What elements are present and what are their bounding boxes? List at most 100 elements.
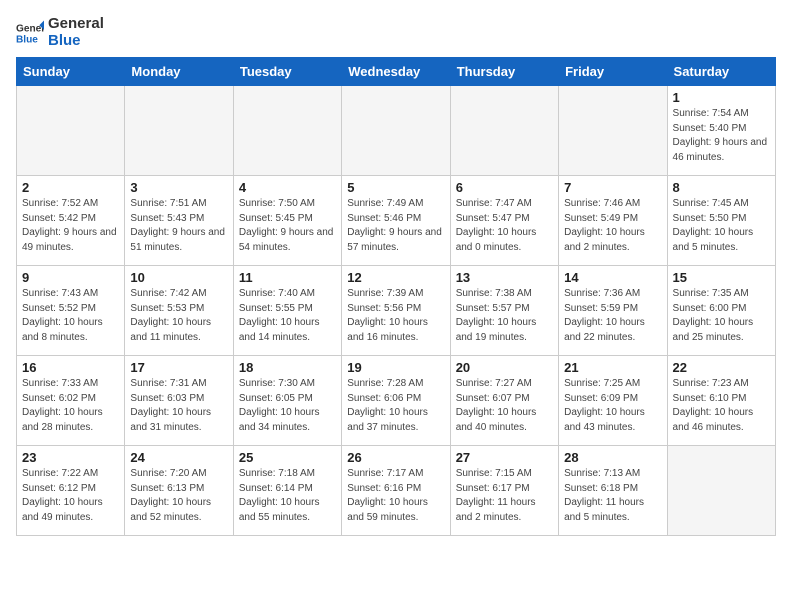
weekday-header-row: SundayMondayTuesdayWednesdayThursdayFrid… <box>17 58 776 86</box>
day-info: Sunrise: 7:54 AM Sunset: 5:40 PM Dayligh… <box>673 107 770 165</box>
calendar-day: 11Sunrise: 7:40 AM Sunset: 5:55 PM Dayli… <box>233 266 341 356</box>
calendar-day: 25Sunrise: 7:18 AM Sunset: 6:14 PM Dayli… <box>233 446 341 536</box>
day-number: 10 <box>130 270 227 285</box>
day-number: 13 <box>456 270 553 285</box>
calendar-day <box>125 86 233 176</box>
calendar-day: 15 Sunrise: 7:35 AM Sunset: 6:00 PM Dayli… <box>667 266 775 356</box>
day-info: Sunrise: 7:36 AM Sunset: 5:59 PM Dayligh… <box>564 287 661 345</box>
day-number: 22 <box>673 360 770 375</box>
calendar-day: 14 Sunrise: 7:36 AM Sunset: 5:59 PM Dayli… <box>559 266 667 356</box>
calendar-day: 28 Sunrise: 7:13 AM Sunset: 6:18 PM Dayli… <box>559 446 667 536</box>
day-info: Sunrise: 7:17 AM Sunset: 6:16 PM Dayligh… <box>347 467 444 525</box>
calendar-week-row: 16 Sunrise: 7:33 AM Sunset: 6:02 PM Dayli… <box>17 356 776 446</box>
day-number: 28 <box>564 450 661 465</box>
day-info: Sunrise: 7:28 AM Sunset: 6:06 PM Dayligh… <box>347 377 444 435</box>
day-info: Sunrise: 7:38 AM Sunset: 5:57 PM Dayligh… <box>456 287 553 345</box>
day-number: 19 <box>347 360 444 375</box>
day-number: 27 <box>456 450 553 465</box>
logo: General Blue General Blue <box>16 16 104 49</box>
calendar-day: 6Sunrise: 7:47 AM Sunset: 5:47 PM Daylig… <box>450 176 558 266</box>
day-number: 5 <box>347 180 444 195</box>
day-info: Sunrise: 7:20 AM Sunset: 6:13 PM Dayligh… <box>130 467 227 525</box>
day-number: 6 <box>456 180 553 195</box>
day-number: 4 <box>239 180 336 195</box>
logo-blue-text: Blue <box>48 33 104 50</box>
day-info: Sunrise: 7:13 AM Sunset: 6:18 PM Dayligh… <box>564 467 661 525</box>
calendar-day <box>233 86 341 176</box>
calendar-day: 12Sunrise: 7:39 AM Sunset: 5:56 PM Dayli… <box>342 266 450 356</box>
day-number: 23 <box>22 450 119 465</box>
calendar-day: 24 Sunrise: 7:20 AM Sunset: 6:13 PM Dayli… <box>125 446 233 536</box>
day-number: 20 <box>456 360 553 375</box>
calendar-day: 27 Sunrise: 7:15 AM Sunset: 6:17 PM Dayli… <box>450 446 558 536</box>
weekday-header: Thursday <box>450 58 558 86</box>
calendar-week-row: 2 Sunrise: 7:52 AM Sunset: 5:42 PM Daylig… <box>17 176 776 266</box>
calendar-day: 10 Sunrise: 7:42 AM Sunset: 5:53 PM Dayli… <box>125 266 233 356</box>
day-info: Sunrise: 7:27 AM Sunset: 6:07 PM Dayligh… <box>456 377 553 435</box>
calendar-day: 8 Sunrise: 7:45 AM Sunset: 5:50 PM Daylig… <box>667 176 775 266</box>
day-info: Sunrise: 7:23 AM Sunset: 6:10 PM Dayligh… <box>673 377 770 435</box>
day-info: Sunrise: 7:43 AM Sunset: 5:52 PM Dayligh… <box>22 287 119 345</box>
day-info: Sunrise: 7:49 AM Sunset: 5:46 PM Dayligh… <box>347 197 444 255</box>
calendar-day <box>667 446 775 536</box>
day-info: Sunrise: 7:50 AM Sunset: 5:45 PM Dayligh… <box>239 197 336 255</box>
day-info: Sunrise: 7:35 AM Sunset: 6:00 PM Dayligh… <box>673 287 770 345</box>
day-number: 16 <box>22 360 119 375</box>
day-number: 21 <box>564 360 661 375</box>
calendar-day: 7 Sunrise: 7:46 AM Sunset: 5:49 PM Daylig… <box>559 176 667 266</box>
day-info: Sunrise: 7:33 AM Sunset: 6:02 PM Dayligh… <box>22 377 119 435</box>
calendar-day <box>559 86 667 176</box>
calendar-day <box>17 86 125 176</box>
calendar-day: 18 Sunrise: 7:30 AM Sunset: 6:05 PM Dayli… <box>233 356 341 446</box>
weekday-header: Tuesday <box>233 58 341 86</box>
day-number: 15 <box>673 270 770 285</box>
day-info: Sunrise: 7:30 AM Sunset: 6:05 PM Dayligh… <box>239 377 336 435</box>
day-number: 24 <box>130 450 227 465</box>
calendar-day: 1 Sunrise: 7:54 AM Sunset: 5:40 PM Daylig… <box>667 86 775 176</box>
calendar-day: 9Sunrise: 7:43 AM Sunset: 5:52 PM Daylig… <box>17 266 125 356</box>
calendar-day: 20 Sunrise: 7:27 AM Sunset: 6:07 PM Dayli… <box>450 356 558 446</box>
calendar-week-row: 1 Sunrise: 7:54 AM Sunset: 5:40 PM Daylig… <box>17 86 776 176</box>
day-number: 8 <box>673 180 770 195</box>
calendar-day: 23 Sunrise: 7:22 AM Sunset: 6:12 PM Dayli… <box>17 446 125 536</box>
calendar-day: 13 Sunrise: 7:38 AM Sunset: 5:57 PM Dayli… <box>450 266 558 356</box>
logo-icon: General Blue <box>16 19 44 47</box>
day-info: Sunrise: 7:31 AM Sunset: 6:03 PM Dayligh… <box>130 377 227 435</box>
weekday-header: Sunday <box>17 58 125 86</box>
page-header: General Blue General Blue <box>16 16 776 49</box>
day-number: 17 <box>130 360 227 375</box>
day-number: 25 <box>239 450 336 465</box>
weekday-header: Wednesday <box>342 58 450 86</box>
day-number: 7 <box>564 180 661 195</box>
calendar-day: 21 Sunrise: 7:25 AM Sunset: 6:09 PM Dayli… <box>559 356 667 446</box>
calendar-week-row: 23 Sunrise: 7:22 AM Sunset: 6:12 PM Dayli… <box>17 446 776 536</box>
calendar-day: 5 Sunrise: 7:49 AM Sunset: 5:46 PM Daylig… <box>342 176 450 266</box>
day-info: Sunrise: 7:39 AM Sunset: 5:56 PM Dayligh… <box>347 287 444 345</box>
day-number: 1 <box>673 90 770 105</box>
day-info: Sunrise: 7:42 AM Sunset: 5:53 PM Dayligh… <box>130 287 227 345</box>
day-info: Sunrise: 7:25 AM Sunset: 6:09 PM Dayligh… <box>564 377 661 435</box>
weekday-header: Saturday <box>667 58 775 86</box>
day-info: Sunrise: 7:15 AM Sunset: 6:17 PM Dayligh… <box>456 467 553 525</box>
day-number: 3 <box>130 180 227 195</box>
day-info: Sunrise: 7:52 AM Sunset: 5:42 PM Dayligh… <box>22 197 119 255</box>
calendar-day: 4 Sunrise: 7:50 AM Sunset: 5:45 PM Daylig… <box>233 176 341 266</box>
calendar-day: 19 Sunrise: 7:28 AM Sunset: 6:06 PM Dayli… <box>342 356 450 446</box>
day-info: Sunrise: 7:46 AM Sunset: 5:49 PM Dayligh… <box>564 197 661 255</box>
calendar-day <box>450 86 558 176</box>
weekday-header: Monday <box>125 58 233 86</box>
logo-general-text: General <box>48 16 104 33</box>
calendar-day: 17 Sunrise: 7:31 AM Sunset: 6:03 PM Dayli… <box>125 356 233 446</box>
calendar-table: SundayMondayTuesdayWednesdayThursdayFrid… <box>16 57 776 536</box>
calendar-day: 3 Sunrise: 7:51 AM Sunset: 5:43 PM Daylig… <box>125 176 233 266</box>
calendar-day: 16 Sunrise: 7:33 AM Sunset: 6:02 PM Dayli… <box>17 356 125 446</box>
day-info: Sunrise: 7:45 AM Sunset: 5:50 PM Dayligh… <box>673 197 770 255</box>
day-number: 26 <box>347 450 444 465</box>
calendar-day <box>342 86 450 176</box>
day-number: 18 <box>239 360 336 375</box>
day-info: Sunrise: 7:22 AM Sunset: 6:12 PM Dayligh… <box>22 467 119 525</box>
day-info: Sunrise: 7:51 AM Sunset: 5:43 PM Dayligh… <box>130 197 227 255</box>
day-number: 2 <box>22 180 119 195</box>
day-number: 14 <box>564 270 661 285</box>
svg-text:Blue: Blue <box>16 34 38 45</box>
